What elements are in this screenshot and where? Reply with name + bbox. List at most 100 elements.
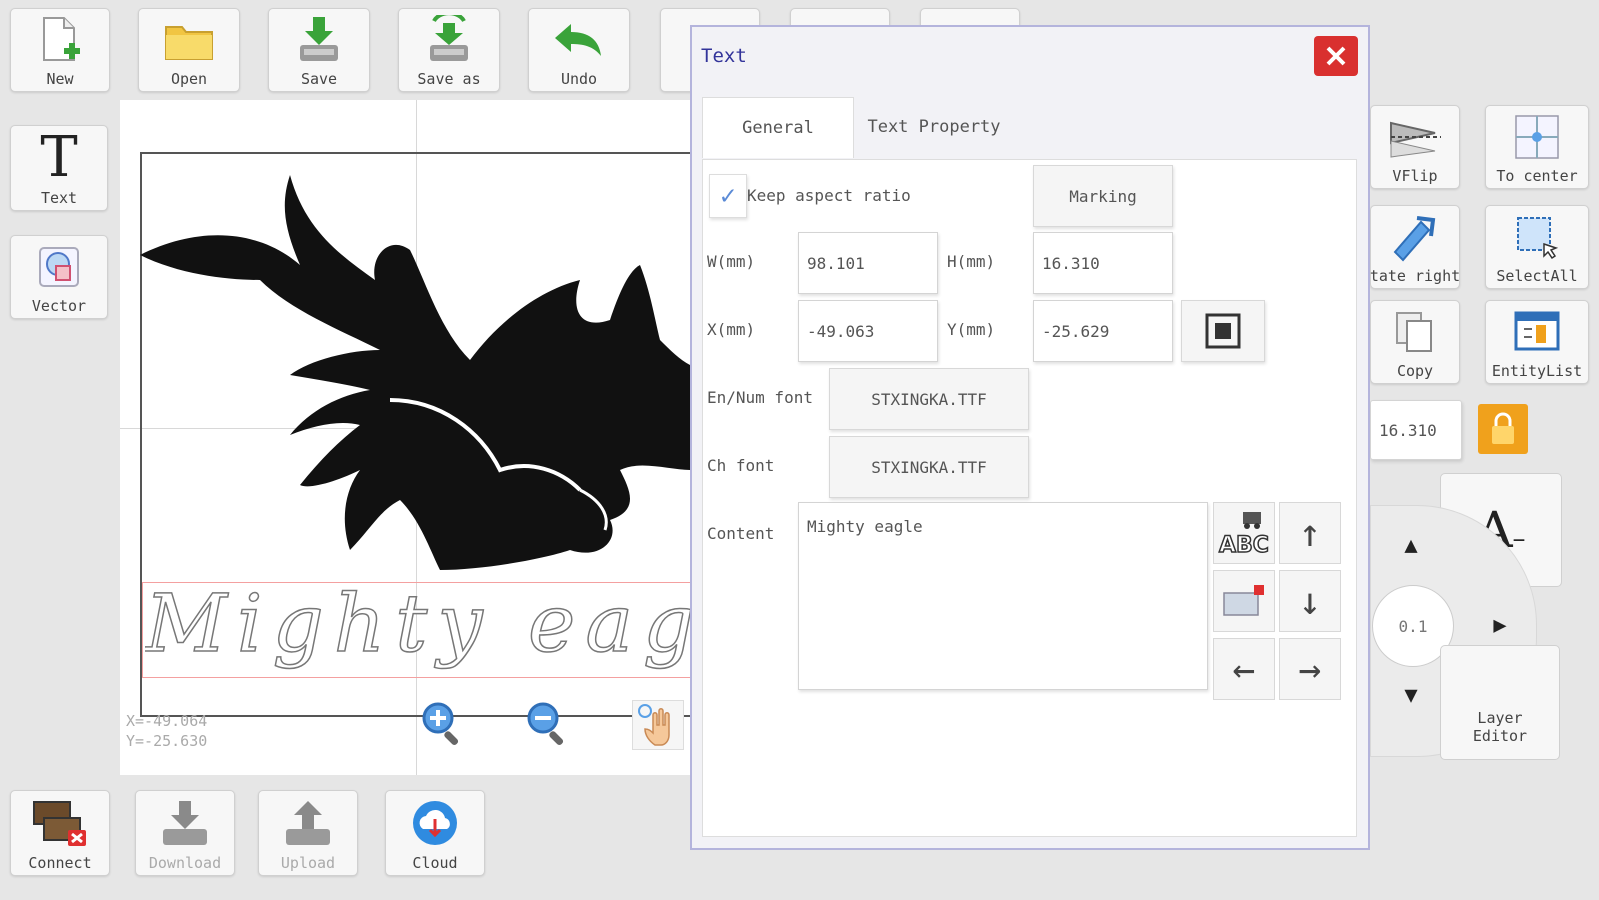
move-left-button[interactable]: ← (1213, 638, 1275, 700)
to-center-label: To center (1496, 167, 1578, 185)
ch-font-selector[interactable]: STXINGKA.TTF (829, 436, 1029, 498)
vector-tool-button[interactable]: Vector (10, 235, 108, 319)
entity-list-label: EntityList (1491, 362, 1583, 380)
to-center-button[interactable]: To center (1485, 105, 1589, 189)
copy-icon (1393, 301, 1437, 362)
connect-icon (32, 791, 88, 854)
move-down-button[interactable]: ↓ (1279, 570, 1341, 632)
vflip-label: VFlip (1392, 167, 1438, 185)
zoom-in-icon[interactable] (420, 700, 468, 752)
arrow-right-icon: → (1298, 647, 1322, 691)
ch-font-label: Ch font (707, 456, 775, 475)
select-all-label: SelectAll (1496, 267, 1578, 285)
coord-x-readout: X=-49.064 (126, 712, 208, 730)
entity-list-button[interactable]: EntityList (1485, 300, 1589, 384)
width-field[interactable]: 98.101 (798, 232, 938, 294)
coord-y-readout: Y=-25.630 (126, 732, 208, 750)
size-readout-field[interactable]: 16.310 (1370, 400, 1462, 460)
new-label: New (46, 70, 74, 88)
keep-aspect-label: Keep aspect ratio (747, 186, 911, 205)
undo-label: Undo (560, 70, 598, 88)
keep-aspect-checkbox[interactable]: ✓ (709, 174, 747, 218)
x-field[interactable]: -49.063 (798, 300, 938, 362)
folder-icon (162, 9, 216, 70)
save-as-icon (424, 9, 474, 70)
undo-button[interactable]: Undo (528, 8, 630, 92)
download-icon (159, 791, 211, 854)
pan-hand-icon[interactable] (632, 700, 684, 750)
move-up-button[interactable]: ↑ (1279, 502, 1341, 564)
download-label: Download (148, 854, 222, 872)
close-button[interactable] (1314, 36, 1358, 76)
select-all-button[interactable]: SelectAll (1485, 205, 1589, 289)
upload-icon (282, 791, 334, 854)
save-icon (294, 9, 344, 70)
abc-truck-icon: ABC (1218, 512, 1270, 558)
cloud-label: Cloud (412, 854, 458, 872)
en-font-selector[interactable]: STXINGKA.TTF (829, 368, 1029, 430)
new-file-icon (38, 9, 82, 70)
text-tool-button[interactable]: T Text (10, 125, 108, 211)
variable-text-icon (1223, 585, 1264, 616)
arrow-down-icon: ↓ (1298, 579, 1322, 623)
tab-general[interactable]: General (702, 97, 854, 158)
open-button[interactable]: Open (138, 8, 240, 92)
save-button[interactable]: Save (268, 8, 370, 92)
arrow-left-icon: ← (1232, 647, 1256, 691)
eagle-graphic[interactable] (140, 170, 690, 570)
layer-editor-button[interactable]: Layer Editor (1440, 645, 1560, 760)
en-font-label: En/Num font (707, 388, 813, 407)
lock-icon[interactable] (1478, 404, 1528, 454)
rotate-right-icon (1387, 206, 1443, 267)
drawing-canvas[interactable]: Mighty eagle X=-49.064 Y=-25.630 (120, 100, 702, 775)
save-as-button[interactable]: Save as (398, 8, 500, 92)
to-center-icon (1512, 106, 1562, 167)
content-textarea[interactable]: Mighty eagle (798, 502, 1208, 690)
download-button[interactable]: Download (135, 790, 235, 876)
variable-text-button[interactable] (1213, 570, 1275, 632)
vflip-button[interactable]: VFlip (1370, 105, 1460, 189)
x-label: X(mm) (707, 320, 756, 339)
undo-icon (553, 9, 605, 70)
copy-label: Copy (1396, 362, 1434, 380)
center-position-icon (1205, 313, 1241, 349)
text-tool-icon: T (40, 124, 78, 190)
move-right-button[interactable]: → (1279, 638, 1341, 700)
zoom-out-icon[interactable] (525, 700, 573, 752)
entity-list-icon (1512, 301, 1562, 362)
width-label: W(mm) (707, 252, 756, 271)
cloud-icon (409, 791, 461, 854)
close-icon (1326, 46, 1346, 66)
text-style-button[interactable]: ABC (1213, 502, 1275, 564)
height-label: H(mm) (947, 252, 996, 271)
y-field[interactable]: -25.629 (1033, 300, 1173, 362)
save-as-label: Save as (417, 70, 481, 88)
upload-label: Upload (280, 854, 336, 872)
tab-text-property[interactable]: Text Property (854, 97, 1014, 157)
new-button[interactable]: New (10, 8, 110, 92)
rotate-right-button[interactable]: tate right (1370, 205, 1460, 289)
center-position-button[interactable] (1181, 300, 1265, 362)
vector-icon (36, 236, 82, 297)
vflip-icon (1387, 106, 1443, 167)
save-label: Save (300, 70, 338, 88)
select-all-icon (1512, 206, 1562, 267)
vector-tool-label: Vector (31, 297, 87, 315)
upload-button[interactable]: Upload (258, 790, 358, 876)
text-selection-box[interactable]: Mighty eagle (142, 577, 702, 678)
copy-button[interactable]: Copy (1370, 300, 1460, 384)
dialog-title: Text (701, 45, 747, 67)
y-label: Y(mm) (947, 320, 996, 339)
jog-up-arrow-icon[interactable]: ▲ (1370, 505, 1452, 585)
svg-text:ABC: ABC (1219, 533, 1269, 558)
connect-label: Connect (28, 854, 92, 872)
open-label: Open (170, 70, 208, 88)
marking-button[interactable]: Marking (1033, 165, 1173, 227)
height-field[interactable]: 16.310 (1033, 232, 1173, 294)
rotate-right-label: tate right (1369, 267, 1461, 285)
content-label: Content (707, 524, 775, 543)
canvas-text-preview: Mighty eagle (145, 577, 701, 670)
arrow-up-icon: ↑ (1298, 511, 1322, 555)
connect-button[interactable]: Connect (10, 790, 110, 876)
cloud-button[interactable]: Cloud (385, 790, 485, 876)
